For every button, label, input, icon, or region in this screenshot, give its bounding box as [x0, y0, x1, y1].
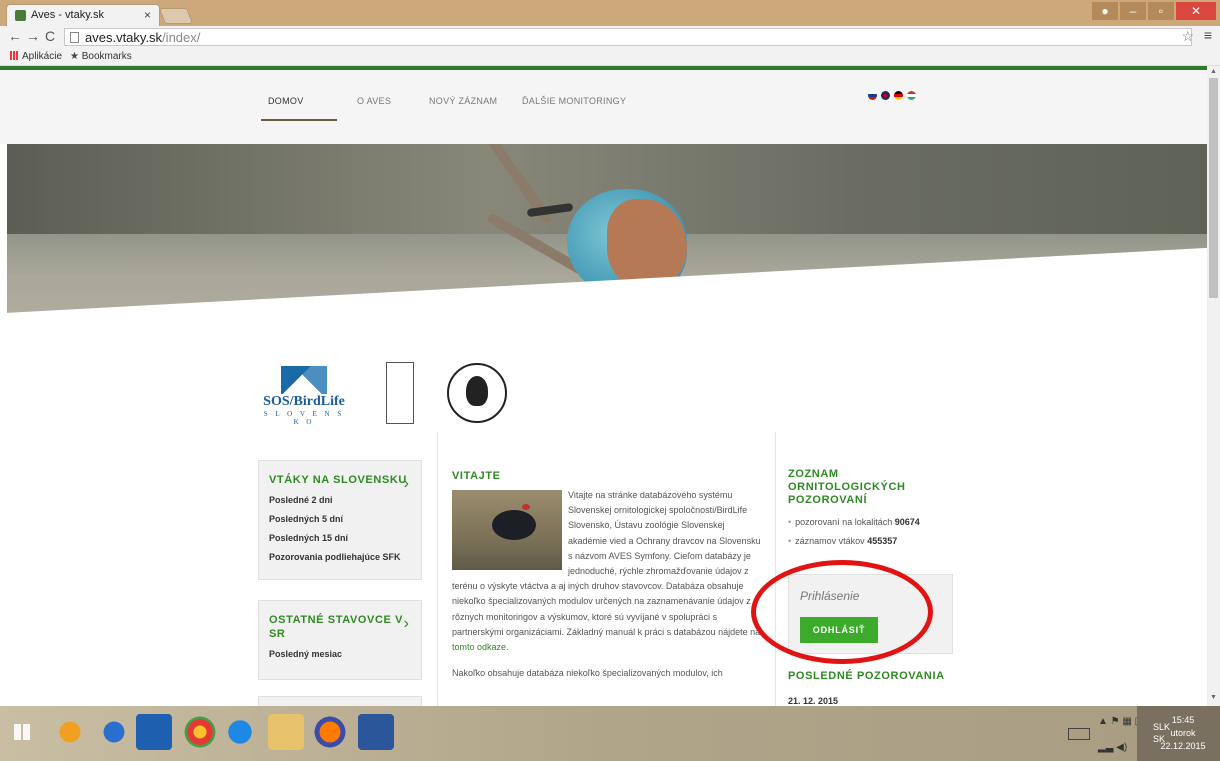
- observation-date[interactable]: 21. 12. 2015: [788, 696, 838, 706]
- back-arrow-icon[interactable]: ←: [8, 28, 22, 44]
- ustav-zoologie-logo[interactable]: [386, 362, 414, 424]
- bookmarks-folder[interactable]: ★ Bookmarks: [70, 51, 132, 62]
- minimize-button[interactable]: –: [1120, 2, 1146, 20]
- stats-section: ZOZNAM ORNITOLOGICKÝCH POZOROVANÍ pozoro…: [788, 468, 958, 551]
- firefox-icon[interactable]: [312, 714, 348, 750]
- apps-bookmark[interactable]: Aplikácie: [10, 51, 62, 62]
- box-title[interactable]: OSTATNÉ STAVOVCE V SR: [259, 613, 421, 641]
- stat-label: pozorovaní na lokalitách: [795, 517, 893, 527]
- active-nav-underline: [261, 119, 337, 121]
- flag-hu-icon[interactable]: [907, 91, 916, 100]
- forward-arrow-icon[interactable]: →: [26, 28, 40, 44]
- windows-start-icon[interactable]: [14, 724, 30, 740]
- hero-image: [7, 144, 1207, 362]
- apps-label: Aplikácie: [22, 51, 63, 62]
- tab-close-icon[interactable]: ×: [144, 8, 151, 22]
- address-bar[interactable]: aves.vtaky.sk/index/: [64, 28, 1192, 46]
- bookmarks-label: Bookmarks: [81, 51, 132, 62]
- stat-value: 90674: [894, 517, 920, 527]
- apps-grid-icon: [10, 51, 19, 60]
- bookmarks-bar: Aplikácie ★ Bookmarks: [0, 48, 1220, 66]
- welcome-title: VITAJTE: [452, 470, 501, 482]
- ochrana-dravcov-logo[interactable]: [447, 363, 507, 423]
- third-box: [258, 696, 422, 706]
- top-navigation: DOMOV O AVES NOVÝ ZÁZNAM ĎALŠIE MONITORI…: [0, 70, 1207, 144]
- scroll-down-icon[interactable]: ▼: [1210, 694, 1217, 701]
- chrome-icon[interactable]: [182, 714, 218, 750]
- link-last-15-days[interactable]: Posledných 15 dní: [259, 529, 421, 548]
- stat-records: záznamov vtákov 455357: [788, 532, 958, 551]
- browser-toolbar: ← → C aves.vtaky.sk/index/ ☆ ≡: [0, 26, 1220, 48]
- reload-icon[interactable]: C: [45, 28, 55, 44]
- sos-logo-text: SOS/BirdLife: [263, 394, 345, 409]
- red-highlight-circle: [751, 560, 933, 664]
- box-title[interactable]: VTÁKY NA SLOVENSKU: [259, 473, 421, 487]
- clock-time: 15:45: [1171, 715, 1195, 725]
- nav-o-aves[interactable]: O AVES: [357, 96, 391, 106]
- chevron-right-icon[interactable]: ›: [404, 615, 409, 633]
- nav-novy-zaznam[interactable]: NOVÝ ZÁZNAM: [429, 96, 497, 106]
- link-last-2-days[interactable]: Posledné 2 dni: [259, 491, 421, 510]
- system-clock[interactable]: 15:45 utorok 22.12.2015: [1152, 714, 1214, 753]
- sos-logo-subtext: S L O V E N S K O: [263, 410, 345, 426]
- browser-tab[interactable]: Aves - vtaky.sk ×: [6, 4, 160, 26]
- outlook-icon[interactable]: [136, 714, 172, 750]
- clock-day: utorok: [1170, 728, 1196, 738]
- other-vertebrates-box: OSTATNÉ STAVOVCE V SR › Posledný mesiac: [258, 600, 422, 680]
- page-icon: [70, 32, 79, 43]
- partner-logos: SOS/BirdLife S L O V E N S K O: [0, 362, 1207, 432]
- sos-birdlife-logo[interactable]: SOS/BirdLife S L O V E N S K O: [259, 366, 349, 432]
- scroll-up-icon[interactable]: ▲: [1210, 68, 1217, 75]
- link-last-month[interactable]: Posledný mesiac: [259, 645, 421, 664]
- windows-taskbar: ▲ ⚑ ▦ ▯ ▂▃ ◀) SLK SK 15:45 utorok 22.12.2…: [0, 706, 1220, 761]
- network-app-icon[interactable]: [96, 714, 132, 750]
- clock-date: 22.12.2015: [1160, 741, 1206, 751]
- new-tab-button[interactable]: [159, 8, 193, 24]
- window-titlebar: Aves - vtaky.sk × ● – ▫ ✕: [0, 0, 1220, 26]
- page-scrollbar[interactable]: ▲ ▼: [1207, 66, 1220, 706]
- maximize-button[interactable]: ▫: [1148, 2, 1174, 20]
- flag-gb-icon[interactable]: [881, 91, 890, 100]
- welcome-paragraph-end: .: [506, 642, 509, 653]
- file-explorer-icon[interactable]: [268, 714, 304, 750]
- language-flags: [868, 91, 916, 100]
- chevron-right-icon[interactable]: ›: [404, 475, 409, 493]
- welcome-text: Vitajte na stránke databázového systému …: [452, 488, 762, 655]
- star-icon: ★: [70, 51, 82, 62]
- close-window-button[interactable]: ✕: [1176, 2, 1216, 20]
- welcome-section: VITAJTE Vitajte na stránke databázového …: [452, 470, 762, 681]
- stat-label: záznamov vtákov: [795, 536, 865, 546]
- url-path: /index/: [162, 30, 201, 45]
- volume-icon[interactable]: ▂▃ ◀): [1098, 742, 1127, 753]
- internet-explorer-icon[interactable]: [222, 714, 258, 750]
- url-host: aves.vtaky.sk: [85, 30, 163, 45]
- user-icon[interactable]: ●: [1092, 2, 1118, 20]
- flag-sk-icon[interactable]: [868, 91, 877, 100]
- vpn-app-icon[interactable]: [52, 714, 88, 750]
- link-sfk-observations[interactable]: Pozorovania podliehajúce SFK: [259, 548, 421, 567]
- welcome-paragraph-2: Nakoľko obsahuje databáza niekoľko špeci…: [452, 668, 723, 679]
- last-observations-title: POSLEDNÉ POZOROVANIA: [788, 670, 945, 682]
- stat-observations: pozorovaní na lokalitách 90674: [788, 513, 958, 532]
- site-favicon-icon: [15, 10, 26, 21]
- word-icon[interactable]: [358, 714, 394, 750]
- stat-value: 455357: [867, 536, 898, 546]
- bookmark-star-icon[interactable]: ☆: [1181, 28, 1194, 45]
- manual-link[interactable]: tomto odkaze: [452, 642, 506, 652]
- birds-slovakia-box: VTÁKY NA SLOVENSKU › Posledné 2 dni Posl…: [258, 460, 422, 580]
- nav-dalsie-monitoringy[interactable]: ĎALŠIE MONITORINGY: [522, 96, 626, 106]
- flag-de-icon[interactable]: [894, 91, 903, 100]
- tray-icons[interactable]: ▲ ⚑ ▦ ▯: [1098, 716, 1140, 727]
- menu-icon[interactable]: ≡: [1204, 27, 1212, 43]
- grouse-image: [452, 490, 562, 570]
- scrollbar-thumb[interactable]: [1209, 78, 1218, 298]
- column-divider: [775, 432, 776, 706]
- nav-domov[interactable]: DOMOV: [268, 96, 304, 106]
- link-last-5-days[interactable]: Posledných 5 dní: [259, 510, 421, 529]
- stats-title: ZOZNAM ORNITOLOGICKÝCH POZOROVANÍ: [788, 468, 906, 506]
- column-divider: [437, 432, 438, 706]
- tab-title: Aves - vtaky.sk: [31, 9, 104, 21]
- web-page: DOMOV O AVES NOVÝ ZÁZNAM ĎALŠIE MONITORI…: [0, 66, 1207, 706]
- keyboard-icon[interactable]: [1068, 728, 1090, 740]
